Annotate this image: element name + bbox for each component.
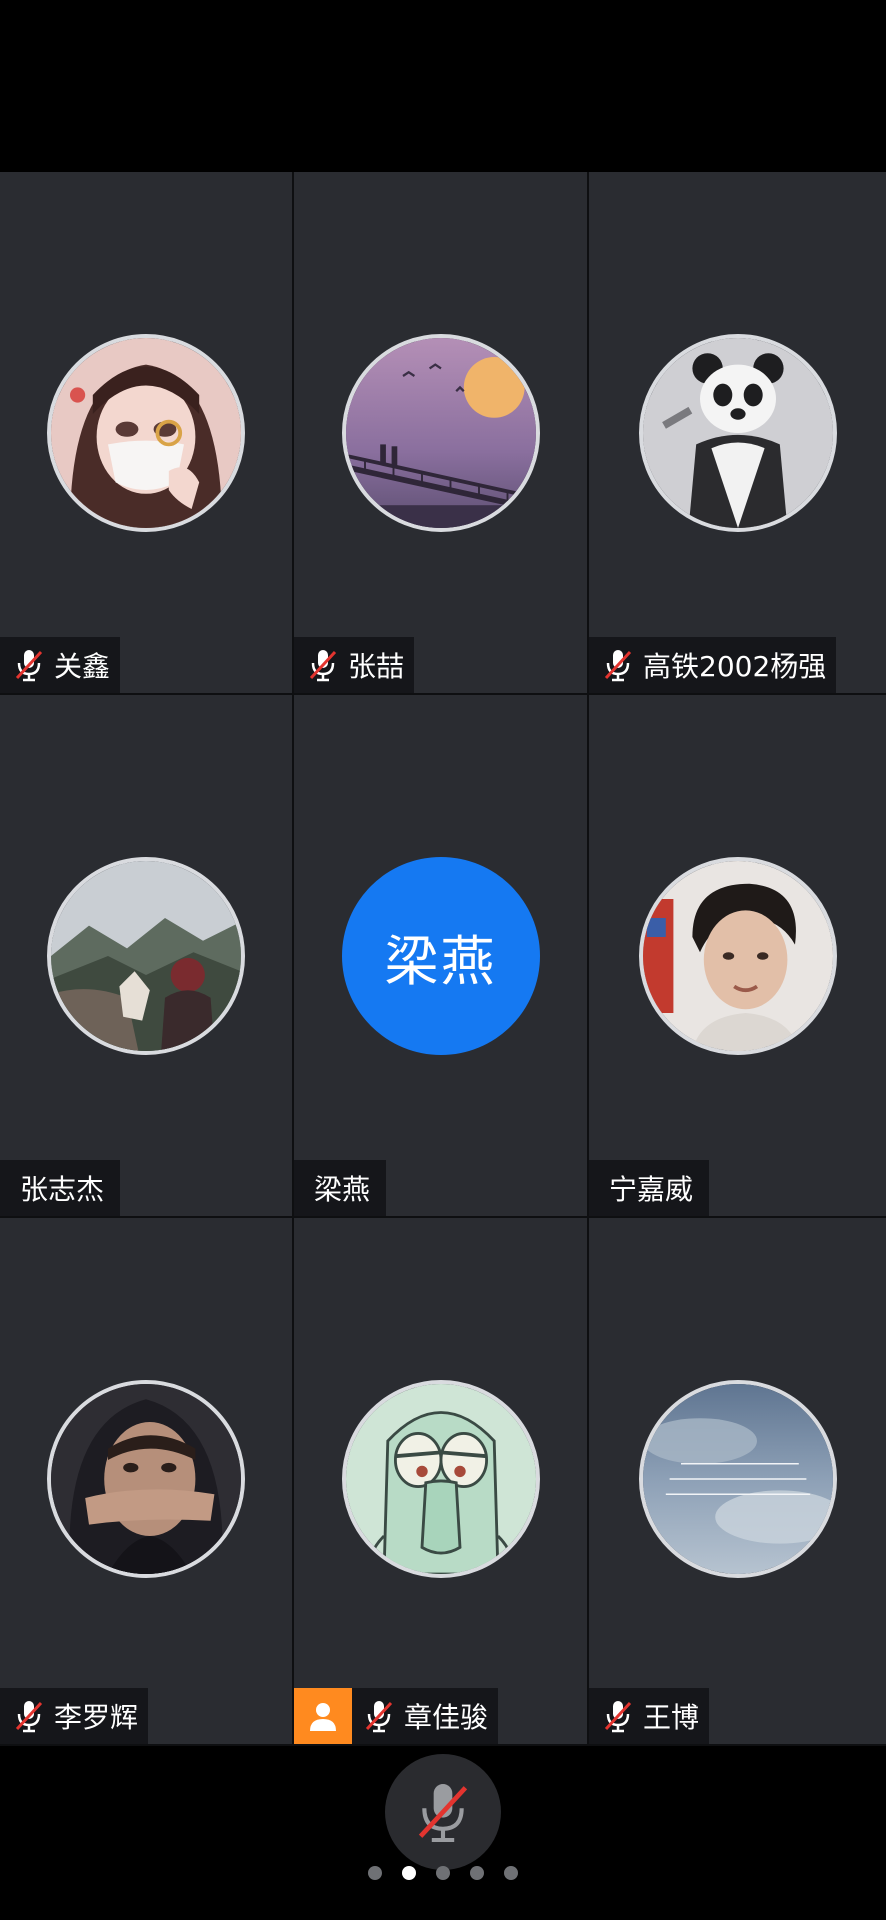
sky-text-avatar: [638, 1380, 837, 1578]
mountain-hikers-avatar: [47, 857, 245, 1055]
participant-name-tag: 关鑫: [0, 637, 121, 693]
page-indicator[interactable]: [0, 1866, 886, 1880]
participant-name: 宁嘉威: [609, 1173, 694, 1206]
participant-name-tag: 张志杰: [0, 1160, 121, 1216]
participant-name: 张志杰: [20, 1173, 105, 1206]
participant-tile[interactable]: 张喆: [294, 172, 589, 695]
text-avatar: 梁燕: [341, 857, 540, 1055]
sunset-bridge-avatar: [341, 334, 540, 532]
participant-name: 王博: [643, 1701, 700, 1734]
mic-muted-icon: [604, 1701, 632, 1733]
participant-name: 关鑫: [54, 650, 111, 683]
mic-muted-icon: [15, 1701, 43, 1733]
participant-tile[interactable]: 高铁2002杨强: [589, 172, 886, 695]
participant-grid: 关鑫 张喆 高铁2002杨强 张志杰 梁燕 梁燕 宁嘉威 李罗辉 章佳骏 王博: [0, 172, 886, 1746]
participant-tile[interactable]: 李罗辉: [0, 1218, 294, 1746]
girl-mask-avatar: [47, 334, 245, 532]
participant-name: 张喆: [348, 650, 405, 683]
participant-name-tag: 张喆: [294, 637, 415, 693]
participant-tile[interactable]: 关鑫: [0, 172, 294, 695]
host-badge: [294, 1688, 352, 1744]
participant-name-tag: 李罗辉: [0, 1688, 149, 1744]
participant-name: 章佳骏: [404, 1701, 489, 1734]
mic-muted-icon: [309, 650, 337, 682]
participant-tile[interactable]: 张志杰: [0, 695, 294, 1218]
page-dot[interactable]: [368, 1866, 382, 1880]
participant-name: 梁燕: [314, 1173, 371, 1206]
participant-tile[interactable]: 章佳骏: [294, 1218, 589, 1746]
participant-name: 李罗辉: [54, 1701, 139, 1734]
participant-tile[interactable]: 宁嘉威: [589, 695, 886, 1218]
participant-name-tag: 章佳骏: [352, 1688, 499, 1744]
participant-name-tag: 宁嘉威: [589, 1160, 710, 1216]
participant-name-tag: 梁燕: [294, 1160, 387, 1216]
squidward-avatar: [341, 1380, 540, 1578]
page-dot[interactable]: [470, 1866, 484, 1880]
person-icon: [310, 1703, 336, 1731]
page-dot-active[interactable]: [402, 1866, 416, 1880]
participant-name: 高铁2002杨强: [643, 650, 827, 683]
mic-muted-icon: [365, 1701, 393, 1733]
page-dot[interactable]: [436, 1866, 450, 1880]
participant-name-tag: 王博: [589, 1688, 710, 1744]
mic-muted-icon: [15, 650, 43, 682]
hooded-man-avatar: [47, 1380, 245, 1578]
participant-tile[interactable]: 王博: [589, 1218, 886, 1746]
mic-muted-icon: [418, 1784, 468, 1843]
panda-avatar: [638, 334, 837, 532]
mute-toggle-button[interactable]: [385, 1754, 501, 1870]
mic-muted-icon: [604, 650, 632, 682]
participant-tile[interactable]: 梁燕 梁燕: [294, 695, 589, 1218]
top-black-bar: [0, 0, 886, 172]
man-portrait-avatar: [638, 857, 837, 1055]
page-dot[interactable]: [504, 1866, 518, 1880]
participant-name-tag: 高铁2002杨强: [589, 637, 837, 693]
